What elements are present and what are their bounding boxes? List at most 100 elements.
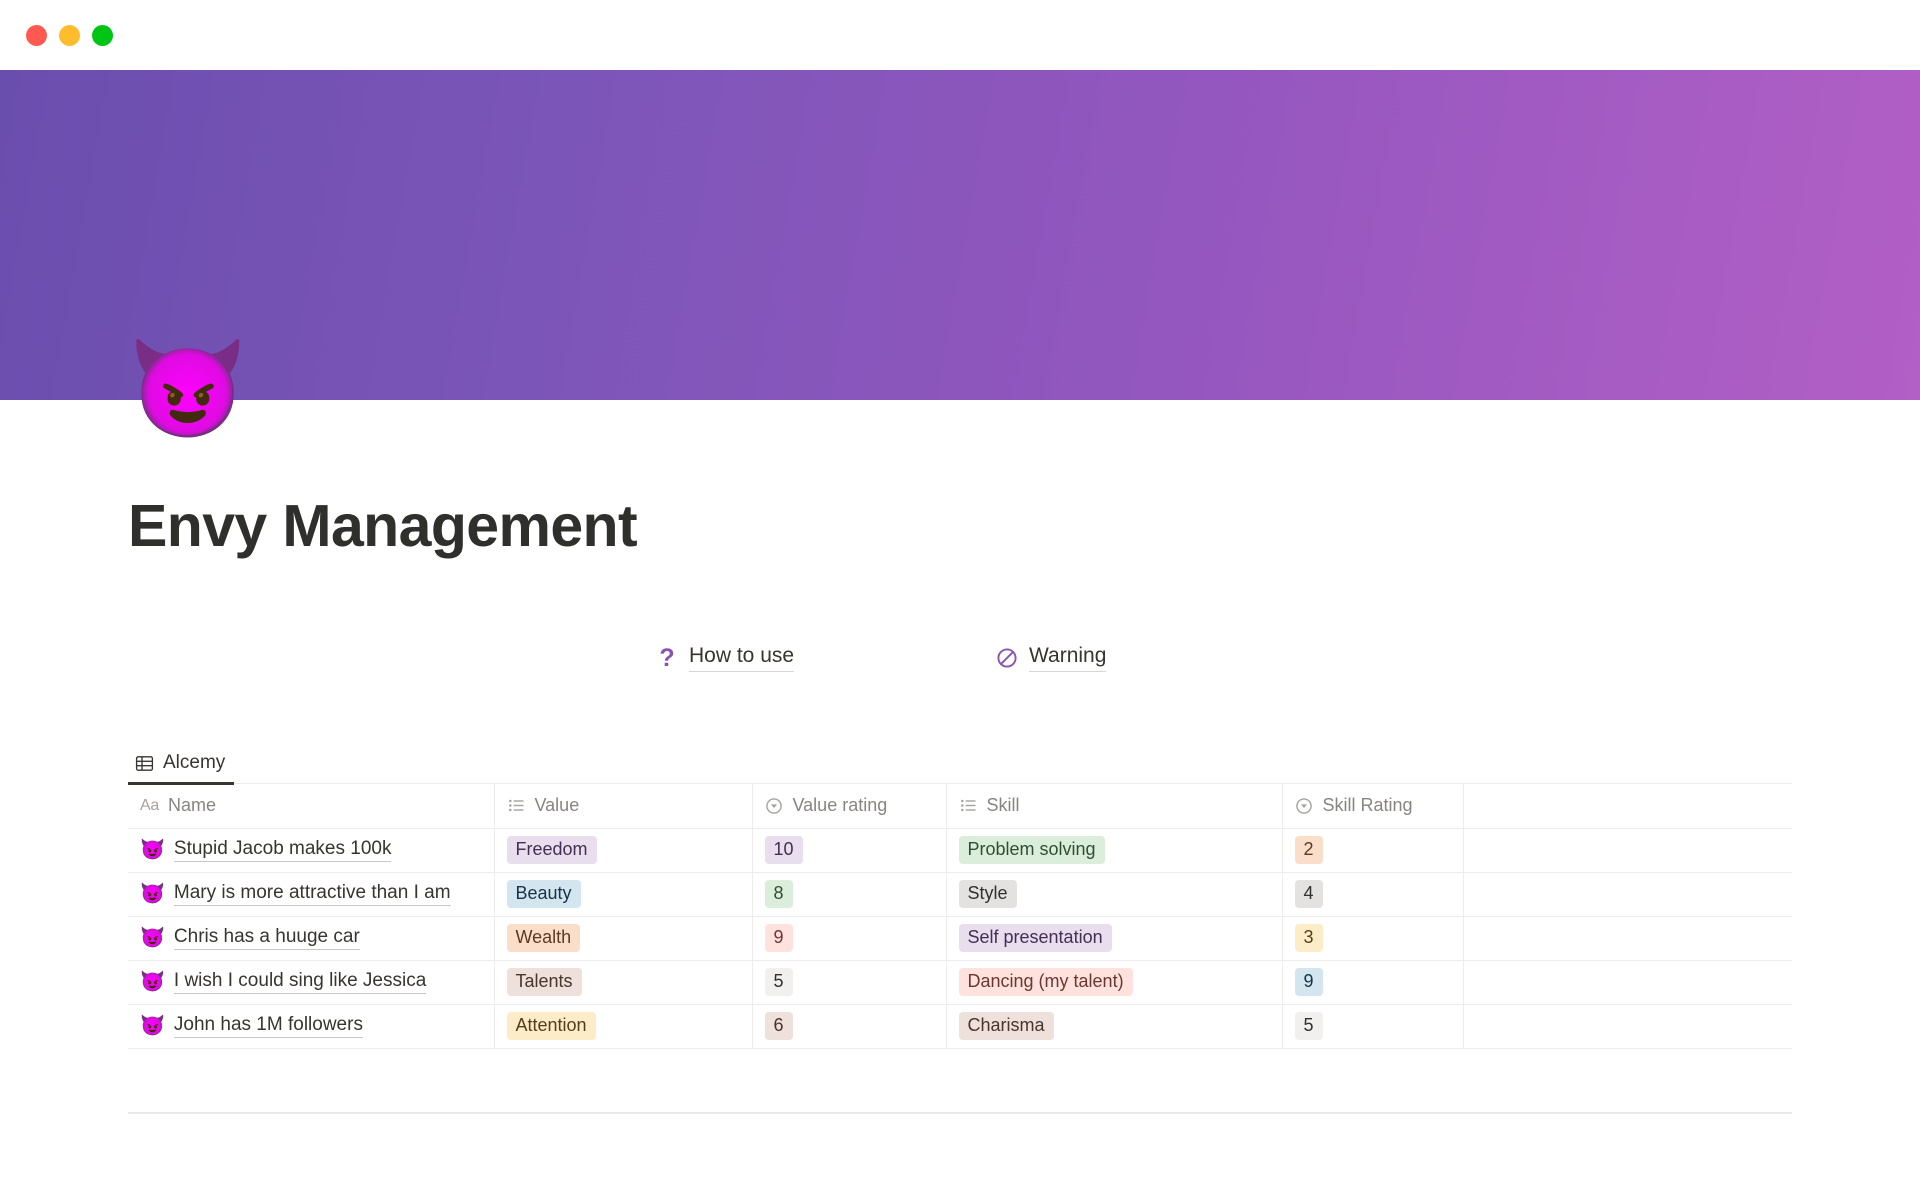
column-header-value-label: Value <box>534 795 580 816</box>
link-warning[interactable]: Warning <box>996 638 1107 678</box>
cell-skill[interactable]: Problem solving <box>946 828 1283 873</box>
tab-alcemy[interactable]: Alcemy <box>128 752 235 785</box>
cell-skill-rating[interactable]: 4 <box>1282 872 1464 917</box>
column-header-name-label: Name <box>168 795 217 816</box>
value-tag: Attention <box>506 1011 596 1041</box>
cell-skill[interactable]: Dancing (my talent) <box>946 960 1283 1005</box>
skill-rating-tag: 9 <box>1294 967 1323 997</box>
cell-skill[interactable]: Charisma <box>946 1004 1283 1049</box>
cell-blank[interactable] <box>1463 872 1792 917</box>
column-header-skill-rating[interactable]: Skill Rating <box>1282 784 1464 829</box>
cell-value[interactable]: Beauty <box>494 872 753 917</box>
cell-name[interactable]: 😈 Stupid Jacob makes 100k <box>128 828 495 873</box>
cell-skill-rating[interactable]: 9 <box>1282 960 1464 1005</box>
cell-blank[interactable] <box>1463 916 1792 961</box>
cell-value[interactable]: Wealth <box>494 916 753 961</box>
row-emoji-icon: 😈 <box>140 839 165 861</box>
multi-select-icon <box>507 796 526 815</box>
cell-name[interactable]: 😈 Chris has a huuge car <box>128 916 495 961</box>
table-view-icon <box>134 753 154 773</box>
cell-name[interactable]: 😈 Mary is more attractive than I am <box>128 872 495 917</box>
column-header-add-column[interactable] <box>1463 784 1792 829</box>
cell-skill[interactable]: Style <box>946 872 1283 917</box>
row-emoji-icon: 😈 <box>140 971 165 993</box>
column-header-skill[interactable]: Skill <box>946 784 1283 829</box>
cell-skill-rating[interactable]: 3 <box>1282 916 1464 961</box>
column-header-value-rating-label: Value rating <box>792 795 888 816</box>
link-warning-label: Warning <box>1029 644 1107 672</box>
value-rating-tag: 9 <box>764 923 793 953</box>
cell-value-rating[interactable]: 6 <box>752 1004 947 1049</box>
row-emoji-icon: 😈 <box>140 927 165 949</box>
row-emoji-icon: 😈 <box>140 883 165 905</box>
cell-blank[interactable] <box>1463 960 1792 1005</box>
cell-name[interactable]: 😈 John has 1M followers <box>128 1004 495 1049</box>
cell-name[interactable]: 😈 I wish I could sing like Jessica <box>128 960 495 1005</box>
row-title-link[interactable]: Stupid Jacob makes 100k <box>173 838 392 862</box>
question-mark-icon: ? <box>659 643 675 672</box>
page-divider <box>128 1112 1792 1114</box>
column-header-value[interactable]: Value <box>494 784 753 829</box>
table-row[interactable]: 😈 Mary is more attractive than I am Beau… <box>128 872 1792 917</box>
value-tag: Freedom <box>506 835 597 865</box>
select-icon <box>1295 796 1314 815</box>
cell-value-rating[interactable]: 10 <box>752 828 947 873</box>
multi-select-icon <box>959 796 978 815</box>
skill-rating-tag: 2 <box>1294 835 1323 865</box>
database-table: Aa Name Value Value rating Skill Skill R… <box>128 784 1792 1049</box>
skill-tag: Style <box>958 879 1017 909</box>
database-block: Alcemy Aa Name Value Value rating Skill … <box>128 742 1792 1049</box>
table-body: 😈 Stupid Jacob makes 100k Freedom 10 Pro… <box>128 828 1792 1049</box>
skill-tag: Self presentation <box>958 923 1112 953</box>
value-rating-tag: 10 <box>764 835 803 865</box>
page-content: 😈 Envy Management ? How to use Warning A… <box>0 0 1920 1200</box>
table-row[interactable]: 😈 Stupid Jacob makes 100k Freedom 10 Pro… <box>128 828 1792 873</box>
table-header: Aa Name Value Value rating Skill Skill R… <box>128 784 1792 829</box>
skill-tag: Dancing (my talent) <box>958 967 1133 997</box>
prohibited-icon <box>996 647 1018 669</box>
skill-rating-tag: 3 <box>1294 923 1323 953</box>
cell-value[interactable]: Freedom <box>494 828 753 873</box>
cell-value[interactable]: Talents <box>494 960 753 1005</box>
cell-blank[interactable] <box>1463 1004 1792 1049</box>
value-rating-tag: 5 <box>764 967 793 997</box>
column-header-name[interactable]: Aa Name <box>128 784 495 829</box>
database-view-tabs: Alcemy <box>128 742 1792 785</box>
select-icon <box>765 796 784 815</box>
column-header-skill-label: Skill <box>986 795 1020 816</box>
table-row[interactable]: 😈 John has 1M followers Attention 6 Char… <box>128 1004 1792 1049</box>
skill-tag: Charisma <box>958 1011 1054 1041</box>
row-emoji-icon: 😈 <box>140 1015 165 1037</box>
cell-value[interactable]: Attention <box>494 1004 753 1049</box>
table-header-row: Aa Name Value Value rating Skill Skill R… <box>128 784 1792 829</box>
table-row[interactable]: 😈 Chris has a huuge car Wealth 9 Self pr… <box>128 916 1792 961</box>
skill-tag: Problem solving <box>958 835 1105 865</box>
cell-skill-rating[interactable]: 2 <box>1282 828 1464 873</box>
cell-value-rating[interactable]: 8 <box>752 872 947 917</box>
value-rating-tag: 6 <box>764 1011 793 1041</box>
column-header-value-rating[interactable]: Value rating <box>752 784 947 829</box>
skill-rating-tag: 5 <box>1294 1011 1323 1041</box>
tab-alcemy-label: Alcemy <box>163 752 226 773</box>
skill-rating-tag: 4 <box>1294 879 1323 909</box>
column-header-skill-rating-label: Skill Rating <box>1322 795 1413 816</box>
page-icon-emoji[interactable]: 😈 <box>128 338 248 442</box>
row-title-link[interactable]: I wish I could sing like Jessica <box>173 970 427 994</box>
row-title-link[interactable]: Chris has a huuge car <box>173 926 360 950</box>
cell-blank[interactable] <box>1463 828 1792 873</box>
value-tag: Wealth <box>506 923 581 953</box>
cell-value-rating[interactable]: 9 <box>752 916 947 961</box>
title-text-icon: Aa <box>140 796 159 814</box>
link-how-to-use[interactable]: ? How to use <box>656 638 795 678</box>
value-tag: Talents <box>506 967 582 997</box>
page-title: Envy Management <box>128 493 638 559</box>
cell-skill-rating[interactable]: 5 <box>1282 1004 1464 1049</box>
quick-links-row: ? How to use Warning <box>128 638 1792 678</box>
link-how-to-use-label: How to use <box>689 644 795 672</box>
row-title-link[interactable]: John has 1M followers <box>173 1014 363 1038</box>
row-title-link[interactable]: Mary is more attractive than I am <box>173 882 451 906</box>
cell-value-rating[interactable]: 5 <box>752 960 947 1005</box>
table-row[interactable]: 😈 I wish I could sing like Jessica Talen… <box>128 960 1792 1005</box>
cell-skill[interactable]: Self presentation <box>946 916 1283 961</box>
value-rating-tag: 8 <box>764 879 793 909</box>
